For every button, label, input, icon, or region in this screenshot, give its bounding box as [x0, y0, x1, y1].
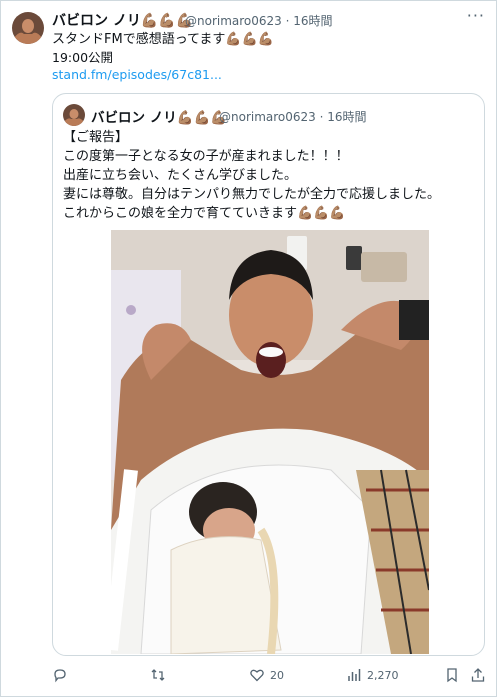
tweet-text: スタンドFMで感想語ってます💪🏽💪🏽💪🏽 — [52, 32, 274, 47]
published-time: 19:00公開 — [52, 50, 114, 65]
tweet-time: 16時間 — [293, 14, 333, 28]
episode-link[interactable]: stand.fm/episodes/67c81... — [52, 67, 222, 82]
quoted-author-avatar — [63, 104, 85, 126]
quoted-line-4: 妻には尊敬。自分はテンパり無力でしたが全力で応援しました。 — [63, 187, 441, 202]
quoted-time: 16時間 — [327, 110, 367, 124]
like-button[interactable]: 20 — [249, 664, 284, 686]
quoted-line-5: これからこの娘を全力で育てていきます💪🏽💪🏽💪🏽 — [63, 206, 346, 221]
quoted-author-name-text: バビロン ノリ — [91, 110, 177, 126]
author-handle-line[interactable]: @norimaro0623 · 16時間 — [185, 12, 333, 29]
reply-icon — [54, 669, 66, 683]
share-icon — [471, 668, 485, 682]
author-name[interactable]: バビロン ノリ💪🏽💪🏽💪🏽 — [52, 10, 193, 30]
bookmark-button[interactable] — [444, 664, 460, 686]
quoted-tweet[interactable]: バビロン ノリ💪🏽💪🏽💪🏽 @norimaro0623 · 16時間 【ご報告】… — [52, 93, 485, 656]
reply-button[interactable] — [52, 664, 73, 686]
author-avatar[interactable] — [12, 12, 44, 44]
bookmark-icon — [447, 668, 457, 683]
quoted-line-3: 出産に立ち会い、たくさん学びました。 — [63, 168, 298, 183]
view-count: 2,270 — [367, 668, 399, 682]
share-button[interactable] — [470, 664, 486, 686]
author-handle: @norimaro0623 — [185, 14, 282, 28]
attached-photo[interactable] — [104, 230, 430, 655]
views-icon — [348, 669, 361, 681]
retweet-button[interactable] — [150, 664, 171, 686]
retweet-icon — [151, 669, 165, 681]
quoted-line-1: 【ご報告】 — [63, 130, 129, 145]
quoted-author-name: バビロン ノリ💪🏽💪🏽💪🏽 — [91, 106, 227, 126]
author-name-text: バビロン ノリ — [52, 13, 141, 29]
like-icon — [250, 669, 264, 682]
action-bar: 20 2,270 — [52, 664, 487, 686]
quoted-handle: @norimaro0623 — [219, 110, 316, 124]
like-count: 20 — [270, 668, 284, 682]
views-button[interactable]: 2,270 — [346, 664, 399, 686]
more-options-icon[interactable]: ··· — [467, 6, 485, 25]
quoted-line-2: この度第一子となる女の子が産まれました！！！ — [63, 149, 349, 164]
quoted-handle-line: @norimaro0623 · 16時間 — [219, 110, 367, 124]
